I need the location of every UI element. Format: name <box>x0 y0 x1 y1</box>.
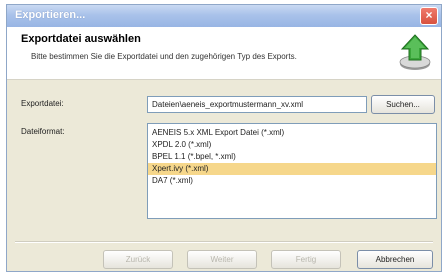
export-arrow-icon <box>399 34 431 70</box>
cancel-button[interactable]: Abbrechen <box>357 250 433 269</box>
title-bar[interactable]: Exportieren... × <box>7 5 441 27</box>
list-item[interactable]: AENEIS 5.x XML Export Datei (*.xml) <box>148 127 436 139</box>
list-item[interactable]: BPEL 1.1 (*.bpel, *.xml) <box>148 151 436 163</box>
export-file-field[interactable]: Dateien\aeneis_exportmustermann_xv.xml <box>147 96 367 113</box>
window-title: Exportieren... <box>15 9 86 21</box>
wizard-header: Exportdatei auswählen Bitte bestimmen Si… <box>7 27 441 80</box>
back-button[interactable]: Zurück <box>103 250 173 269</box>
file-format-list[interactable]: AENEIS 5.x XML Export Datei (*.xml) XPDL… <box>147 123 437 219</box>
export-dialog: Exportieren... × Exportdatei auswählen B… <box>6 4 442 272</box>
list-item-selected[interactable]: Xpert.ivy (*.xml) <box>148 163 436 175</box>
browse-button[interactable]: Suchen... <box>371 95 435 114</box>
list-item[interactable]: XPDL 2.0 (*.xml) <box>148 139 436 151</box>
finish-button[interactable]: Fertig <box>271 250 341 269</box>
header-title: Exportdatei auswählen <box>21 33 141 45</box>
file-format-label: Dateiformat: <box>21 127 65 136</box>
close-button[interactable]: × <box>420 7 438 25</box>
footer-divider <box>15 241 433 243</box>
header-description: Bitte bestimmen Sie die Exportdatei und … <box>31 52 297 61</box>
next-button[interactable]: Weiter <box>187 250 257 269</box>
export-file-label: Exportdatei: <box>21 99 64 108</box>
list-item[interactable]: DA7 (*.xml) <box>148 175 436 187</box>
